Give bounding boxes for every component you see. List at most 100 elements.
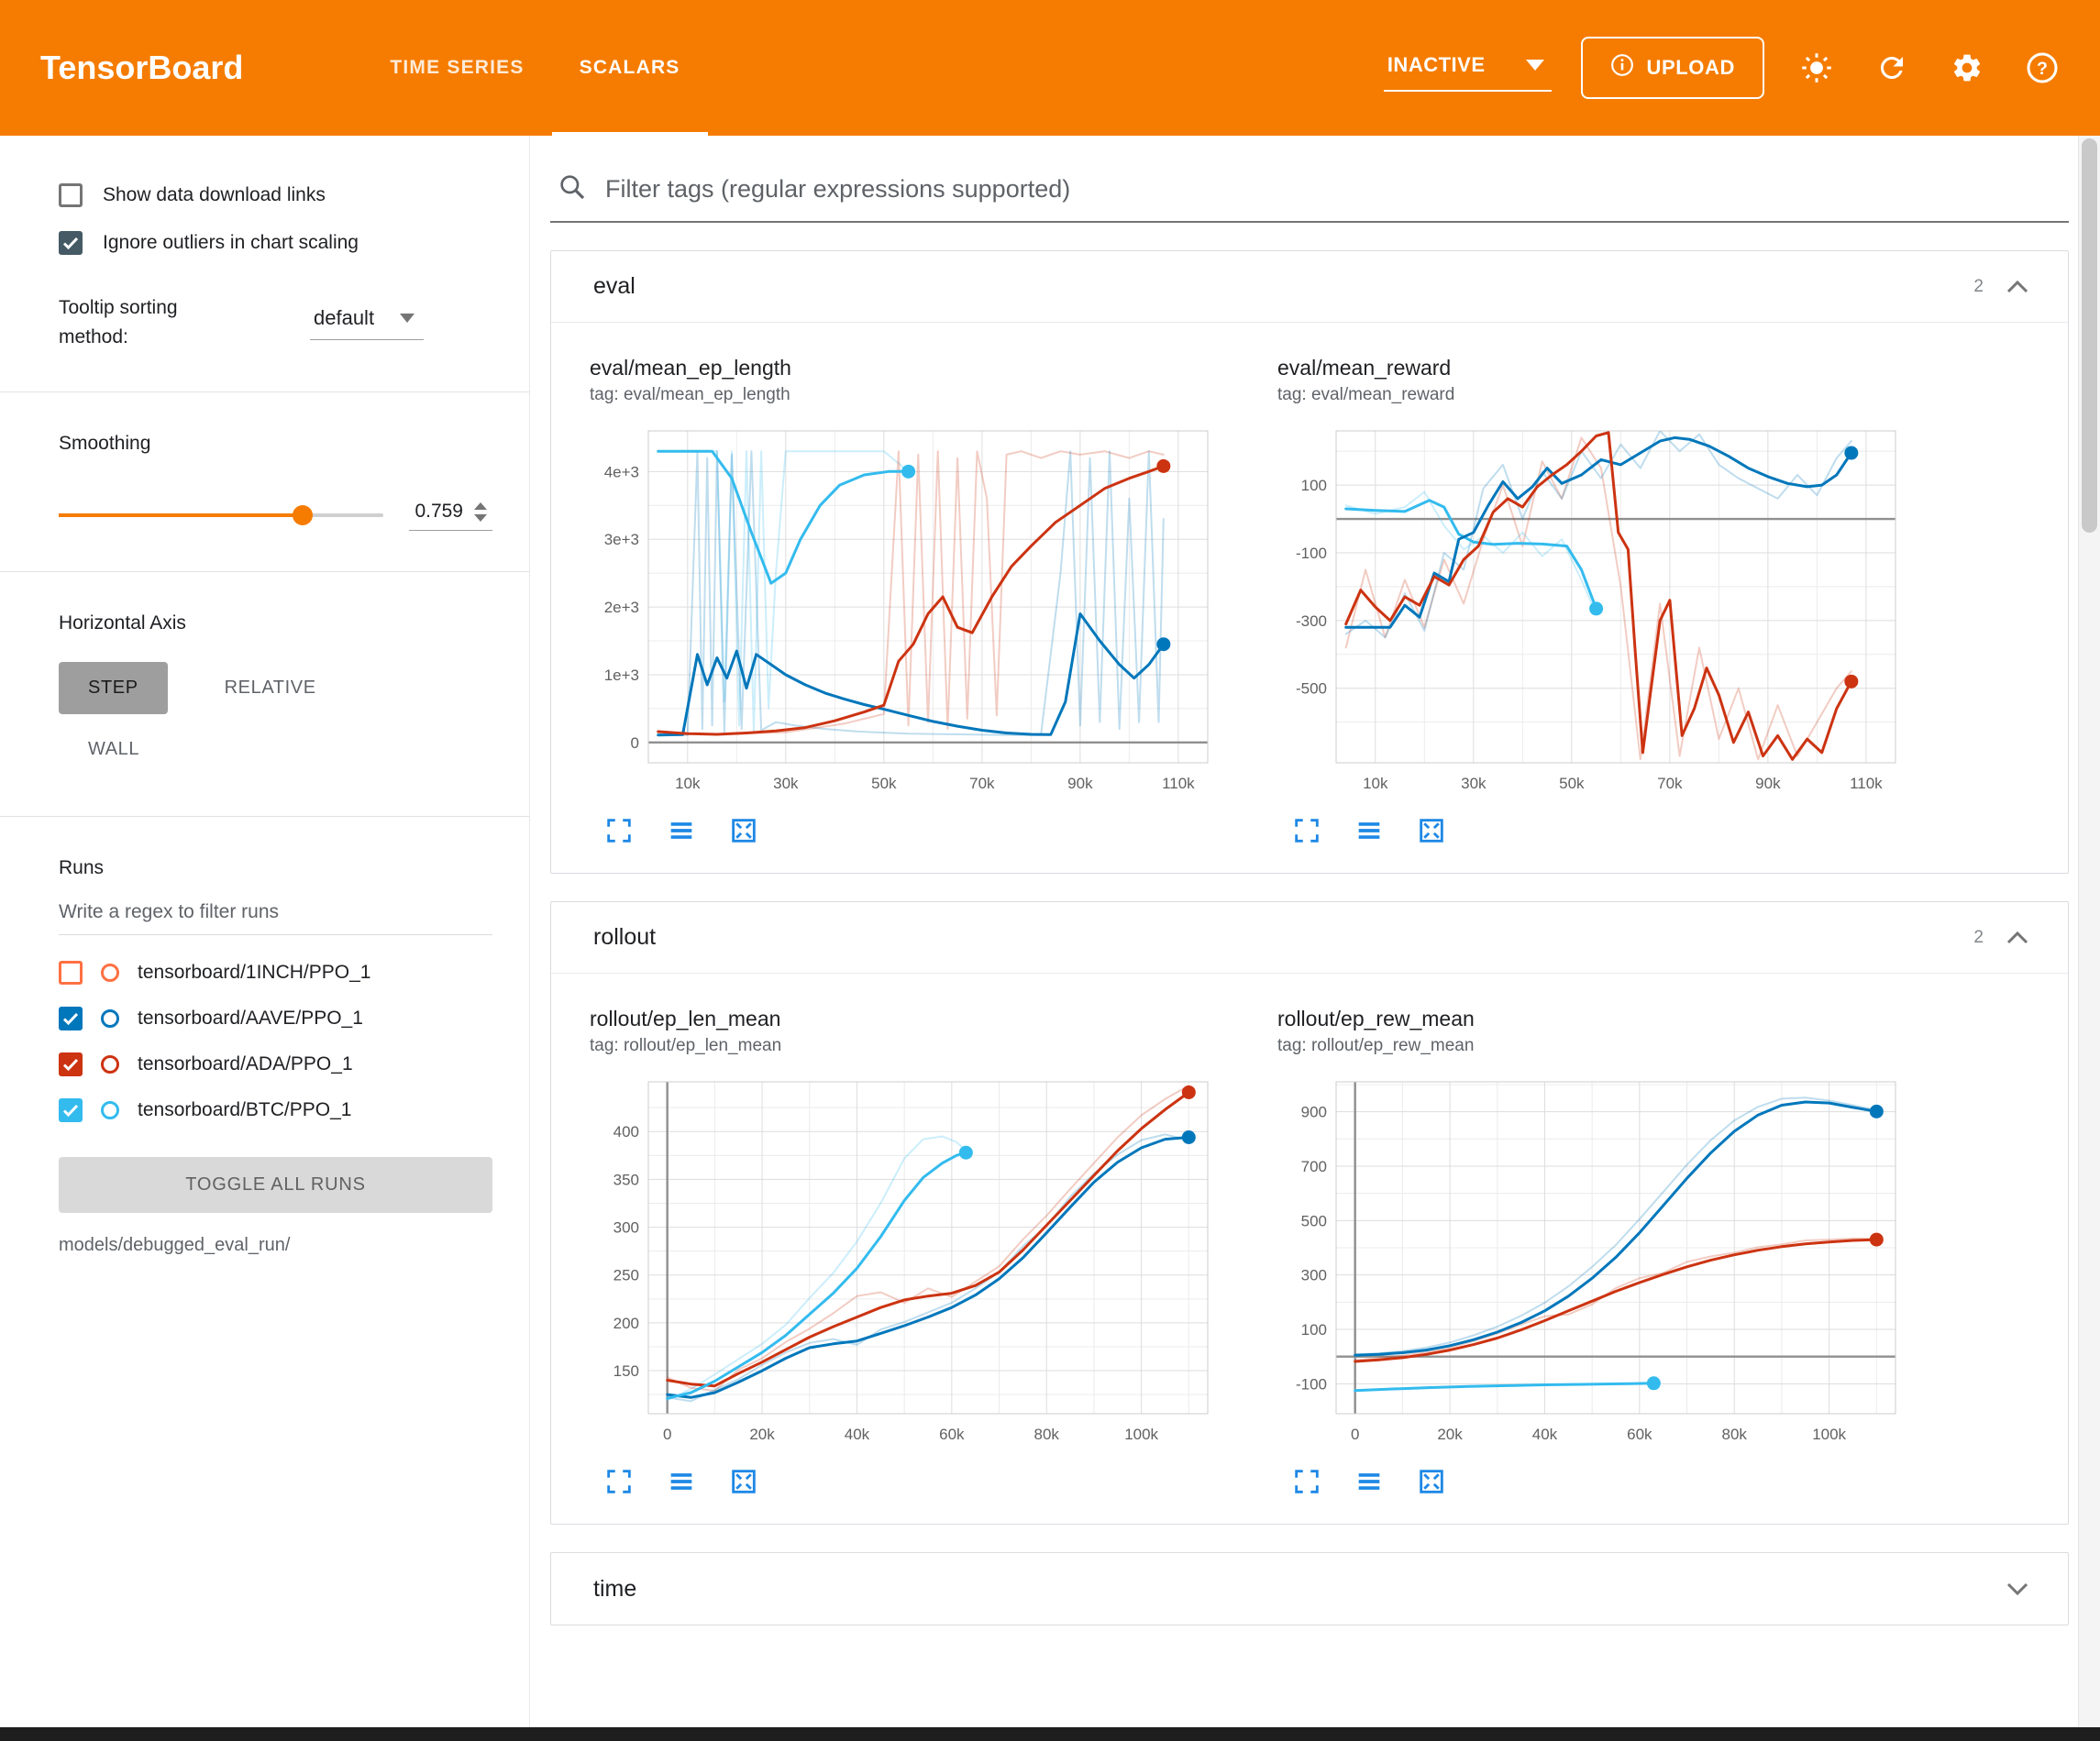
refresh-icon[interactable] — [1869, 45, 1915, 91]
run-checkbox[interactable] — [59, 1052, 83, 1076]
tag-group-rollout-header[interactable]: rollout 2 — [551, 902, 2068, 974]
show-download-links-checkbox[interactable] — [59, 183, 83, 207]
run-color-circle[interactable] — [101, 1055, 119, 1074]
svg-text:150: 150 — [613, 1362, 639, 1380]
tab-scalars[interactable]: SCALARS — [552, 0, 708, 136]
svg-text:70k: 70k — [969, 775, 995, 792]
spinner-up-icon[interactable] — [474, 502, 487, 510]
svg-text:10k: 10k — [1363, 775, 1388, 792]
svg-text:-300: -300 — [1296, 612, 1327, 630]
tag-group-rollout: rollout 2 rollout/ep_len_mean tag: rollo… — [550, 901, 2069, 1525]
tag-group-rollout-body: rollout/ep_len_mean tag: rollout/ep_len_… — [551, 974, 2068, 1524]
run-row-btc[interactable]: tensorboard/BTC/PPO_1 — [59, 1098, 492, 1122]
fit-domain-icon[interactable] — [725, 812, 762, 849]
chevron-down-icon — [400, 314, 414, 323]
run-checkbox[interactable] — [59, 1007, 83, 1030]
svg-text:-100: -100 — [1296, 1375, 1327, 1393]
scrollbar-thumb[interactable] — [2082, 138, 2097, 533]
tag-group-time-header[interactable]: time — [551, 1553, 2068, 1625]
runs-filter-input[interactable] — [59, 894, 492, 935]
chevron-down-icon[interactable] — [1998, 1570, 2037, 1608]
show-download-links-option[interactable]: Show data download links — [59, 183, 492, 207]
svg-text:400: 400 — [613, 1123, 639, 1140]
axis-relative-button[interactable]: RELATIVE — [195, 662, 346, 714]
svg-text:40k: 40k — [1532, 1426, 1558, 1443]
chart-tag: tag: rollout/ep_rew_mean — [1277, 1036, 1938, 1056]
svg-text:1e+3: 1e+3 — [604, 667, 639, 684]
chart-eval-mean-ep-length: eval/mean_ep_length tag: eval/mean_ep_le… — [590, 356, 1250, 849]
svg-text:250: 250 — [613, 1267, 639, 1284]
tooltip-sorting-value: default — [314, 306, 374, 330]
menu-lines-icon[interactable] — [1351, 812, 1387, 849]
expand-chart-icon[interactable] — [1288, 812, 1325, 849]
ignore-outliers-option[interactable]: Ignore outliers in chart scaling — [59, 231, 492, 255]
toggle-all-runs-button[interactable]: TOGGLE ALL RUNS — [59, 1157, 492, 1213]
smoothing-control: 0.759 — [59, 499, 492, 531]
horizontal-axis-heading: Horizontal Axis — [59, 612, 492, 634]
chevron-up-icon[interactable] — [1998, 268, 2037, 306]
expand-chart-icon[interactable] — [601, 812, 637, 849]
run-color-circle[interactable] — [101, 1009, 119, 1028]
line-chart[interactable]: 10k30k50k70k90k110k01e+32e+33e+34e+3 — [590, 418, 1222, 803]
number-spinner[interactable] — [474, 502, 487, 522]
chevron-up-icon[interactable] — [1998, 919, 2037, 957]
expand-chart-icon[interactable] — [601, 1463, 637, 1500]
expand-chart-icon[interactable] — [1288, 1463, 1325, 1500]
smoothing-slider-knob[interactable] — [293, 505, 313, 525]
svg-text:90k: 90k — [1755, 775, 1781, 792]
run-checkbox[interactable] — [59, 1098, 83, 1122]
vertical-scrollbar[interactable] — [2078, 136, 2100, 1727]
tab-time-series[interactable]: TIME SERIES — [362, 0, 551, 136]
chart-rollout-ep-rew-mean: rollout/ep_rew_mean tag: rollout/ep_rew_… — [1277, 1007, 1938, 1500]
svg-text:0: 0 — [1351, 1426, 1359, 1443]
svg-text:30k: 30k — [1461, 775, 1487, 792]
svg-text:0: 0 — [663, 1426, 671, 1443]
axis-wall-button[interactable]: WALL — [59, 723, 169, 776]
run-row-ada[interactable]: tensorboard/ADA/PPO_1 — [59, 1052, 492, 1076]
menu-lines-icon[interactable] — [663, 812, 700, 849]
fit-domain-icon[interactable] — [1413, 1463, 1450, 1500]
svg-text:700: 700 — [1301, 1158, 1327, 1175]
line-chart[interactable]: 020k40k60k80k100k-100100300500700900 — [1277, 1069, 1910, 1454]
line-chart[interactable]: 020k40k60k80k100k150200250300350400 — [590, 1069, 1222, 1454]
fit-domain-icon[interactable] — [725, 1463, 762, 1500]
chart-title: eval/mean_ep_length — [590, 356, 1250, 380]
spinner-down-icon[interactable] — [474, 514, 487, 522]
ignore-outliers-checkbox[interactable] — [59, 231, 83, 255]
help-icon[interactable]: ? — [2019, 45, 2065, 91]
status-dropdown[interactable]: INACTIVE — [1384, 44, 1552, 92]
svg-text:?: ? — [2037, 59, 2048, 79]
svg-text:110k: 110k — [1850, 775, 1883, 792]
smoothing-slider[interactable] — [59, 513, 383, 517]
brightness-icon[interactable] — [1794, 45, 1840, 91]
svg-text:-100: -100 — [1296, 545, 1327, 562]
menu-lines-icon[interactable] — [663, 1463, 700, 1500]
tooltip-sorting-dropdown[interactable]: default — [310, 301, 424, 340]
upload-button[interactable]: UPLOAD — [1581, 37, 1765, 99]
sidebar-divider — [0, 391, 529, 392]
tag-group-eval-header[interactable]: eval 2 — [551, 251, 2068, 323]
run-row-aave[interactable]: tensorboard/AAVE/PPO_1 — [59, 1007, 492, 1030]
settings-gear-icon[interactable] — [1944, 45, 1990, 91]
chart-toolbar — [1277, 812, 1938, 849]
run-color-circle[interactable] — [101, 1101, 119, 1119]
run-color-circle[interactable] — [101, 964, 119, 982]
tooltip-sorting-row: Tooltip sorting method: default — [59, 293, 492, 351]
chart-tag: tag: rollout/ep_len_mean — [590, 1036, 1250, 1056]
tag-group-title: eval — [593, 273, 636, 300]
line-chart[interactable]: 10k30k50k70k90k110k100-100-300-500 — [1277, 418, 1910, 803]
run-checkbox[interactable] — [59, 961, 83, 985]
smoothing-value-input[interactable]: 0.759 — [409, 499, 492, 531]
run-row-1inch[interactable]: tensorboard/1INCH/PPO_1 — [59, 961, 492, 985]
menu-lines-icon[interactable] — [1351, 1463, 1387, 1500]
filter-tags-input[interactable] — [603, 174, 2061, 204]
fit-domain-icon[interactable] — [1413, 812, 1450, 849]
status-dropdown-value: INACTIVE — [1387, 53, 1486, 77]
svg-text:60k: 60k — [1627, 1426, 1652, 1443]
smoothing-heading: Smoothing — [59, 433, 492, 455]
svg-text:-500: -500 — [1296, 680, 1327, 698]
axis-step-button[interactable]: STEP — [59, 662, 168, 714]
main-tabs: TIME SERIES SCALARS — [362, 0, 707, 136]
chart-tag: tag: eval/mean_ep_length — [590, 385, 1250, 405]
svg-text:2e+3: 2e+3 — [604, 599, 639, 616]
